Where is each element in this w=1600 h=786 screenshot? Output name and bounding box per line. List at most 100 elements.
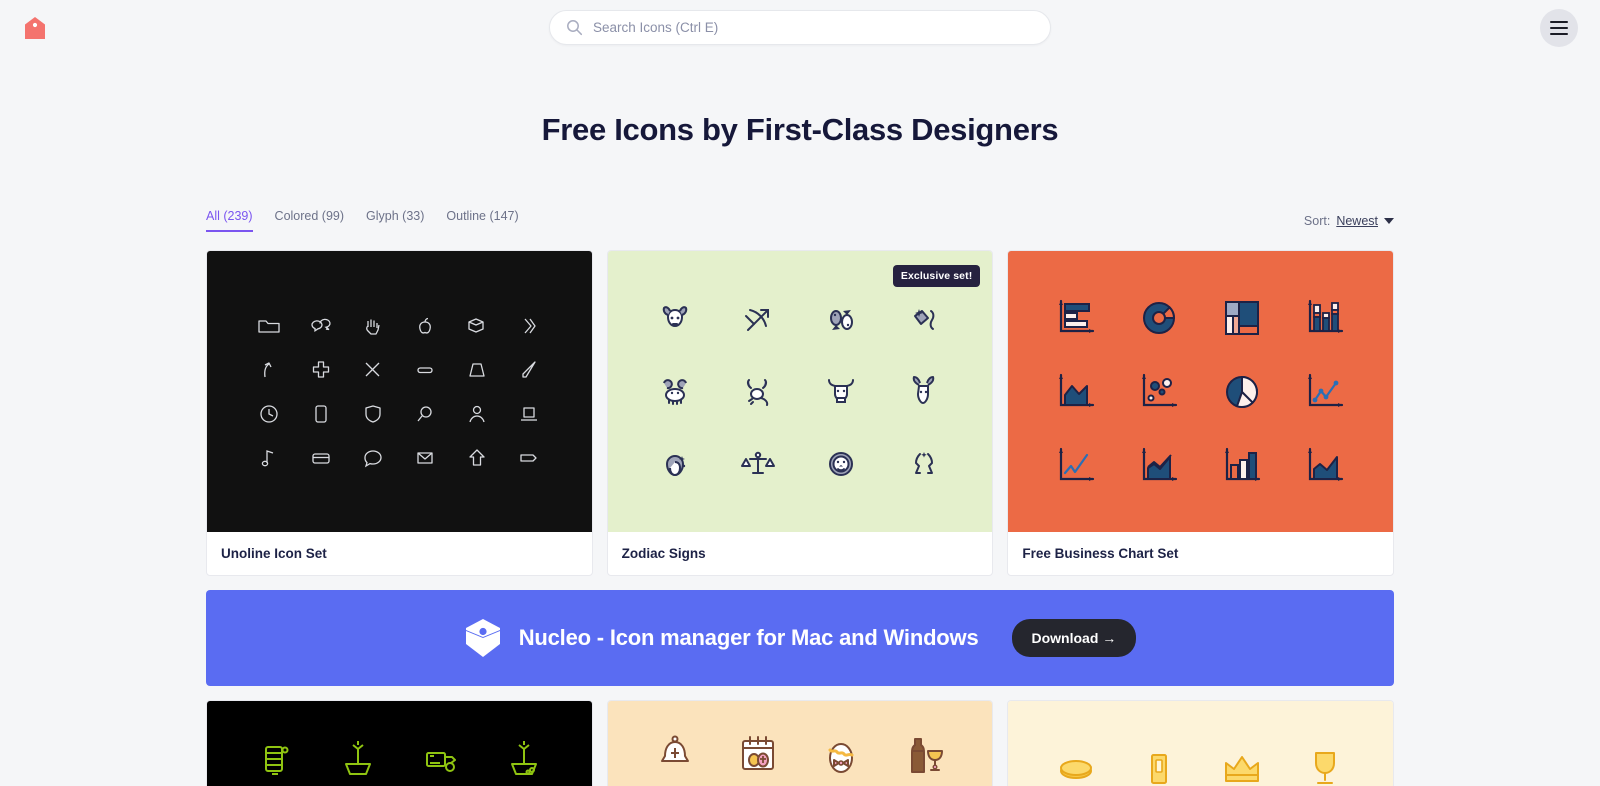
card-preview xyxy=(207,251,592,532)
icon-set-grid: Unoline Icon Set Exclusive set! Zodiac S… xyxy=(206,250,1394,576)
stacked-column-chart-icon xyxy=(1308,299,1344,333)
nucleo-promo-banner[interactable]: Nucleo - Icon manager for Mac and Window… xyxy=(206,590,1394,686)
gold-coin-icon xyxy=(1060,760,1093,779)
icon-set-card-easter[interactable] xyxy=(606,700,994,786)
mountain-area-chart-icon xyxy=(1308,447,1344,481)
seed-packet-hand-icon xyxy=(425,752,456,772)
home-arrow-icon xyxy=(469,448,485,466)
plant-pot-soil-icon xyxy=(510,741,537,775)
tab-colored[interactable]: Colored (99) xyxy=(275,209,344,232)
search-input[interactable] xyxy=(593,20,1034,35)
chevrons-right-icon xyxy=(524,318,536,333)
search-bar[interactable] xyxy=(549,10,1051,45)
preview-icon-grid xyxy=(1035,295,1367,489)
content-area: All (239) Colored (99) Glyph (33) Outlin… xyxy=(206,148,1394,786)
tag-icon[interactable] xyxy=(22,15,48,41)
leo-lion-icon xyxy=(829,451,854,476)
top-bar xyxy=(0,0,1600,56)
cancer-crab-icon xyxy=(663,378,688,405)
icon-set-card-zodiac[interactable]: Exclusive set! Zodiac Signs xyxy=(606,250,994,576)
link-icon xyxy=(417,366,433,373)
filter-bar: All (239) Colored (99) Glyph (33) Outlin… xyxy=(206,204,1394,232)
chevron-down-icon[interactable] xyxy=(1384,218,1394,224)
donut-chart-icon xyxy=(1143,301,1176,334)
line-chart-markers-icon xyxy=(1308,373,1344,407)
hamburger-line xyxy=(1550,33,1568,35)
envelope-icon xyxy=(417,451,433,464)
preview-icon-grid xyxy=(1035,741,1367,786)
icon-set-card-business-chart[interactable]: Free Business Chart Set xyxy=(1007,250,1394,576)
gold-bar-icon xyxy=(1151,754,1168,784)
icon-set-card-gold[interactable] xyxy=(1007,700,1394,786)
box-3d-icon xyxy=(468,317,484,333)
card-preview: Exclusive set! xyxy=(607,251,993,532)
chat-bubbles-icon xyxy=(311,318,331,332)
icon-set-card-garden[interactable] xyxy=(206,700,593,786)
libra-scales-icon xyxy=(741,451,776,474)
folder-icon xyxy=(258,319,280,333)
sort-control[interactable]: Sort: Newest xyxy=(1304,214,1394,232)
music-note-icon xyxy=(262,449,274,466)
scatter-plot-icon xyxy=(1142,373,1178,407)
preview-icon-grid xyxy=(243,313,555,471)
pie-chart-icon xyxy=(1226,375,1259,408)
hamburger-line xyxy=(1550,21,1568,23)
area-line-chart-icon xyxy=(1142,447,1178,481)
card-preview xyxy=(1008,251,1393,532)
pisces-fish-icon xyxy=(830,309,854,330)
sort-value[interactable]: Newest xyxy=(1336,214,1378,228)
page-title: Free Icons by First-Class Designers xyxy=(541,112,1059,147)
tab-all[interactable]: All (239) xyxy=(206,209,253,232)
taurus-bull-icon xyxy=(828,378,855,403)
banner-text: Nucleo - Icon manager for Mac and Window… xyxy=(518,625,979,650)
preview-icon-grid xyxy=(634,731,966,779)
search-icon xyxy=(567,20,583,36)
icon-set-grid-bottom xyxy=(206,700,1394,786)
easter-calendar-icon xyxy=(742,736,775,770)
credit-card-icon xyxy=(312,452,330,464)
filter-tabs: All (239) Colored (99) Glyph (33) Outlin… xyxy=(206,209,519,232)
aquarius-jug-icon xyxy=(914,308,935,330)
virgo-maiden-icon xyxy=(666,454,686,476)
gold-crown-icon xyxy=(1225,756,1260,782)
hand-wave-icon xyxy=(366,319,380,335)
scorpio-scorpion-icon xyxy=(747,378,769,406)
search-box[interactable] xyxy=(549,10,1051,45)
search-icon xyxy=(417,405,432,421)
card-title: Zodiac Signs xyxy=(621,546,706,561)
apple-icon xyxy=(419,317,432,334)
speech-bubble-icon xyxy=(364,449,382,467)
user-icon xyxy=(469,405,485,422)
plus-icon xyxy=(313,360,330,378)
arrow-up-curve-icon xyxy=(264,361,272,377)
column-chart-icon xyxy=(1225,447,1261,481)
trophy-icon xyxy=(1315,752,1336,784)
card-preview xyxy=(607,701,993,786)
exclusive-badge: Exclusive set! xyxy=(892,265,981,287)
sagittarius-bow-icon xyxy=(745,308,770,331)
gemini-twins-icon xyxy=(915,451,934,474)
wine-bottle-chalice-icon xyxy=(911,738,944,773)
hamburger-menu-button[interactable] xyxy=(1540,9,1578,47)
bag-icon xyxy=(469,362,485,377)
card-title: Unoline Icon Set xyxy=(221,546,327,561)
nucleo-cube-icon xyxy=(465,619,500,657)
clock-icon xyxy=(260,404,278,423)
tab-glyph[interactable]: Glyph (33) xyxy=(366,209,424,232)
easter-egg-bow-icon xyxy=(828,743,854,773)
hamburger-line xyxy=(1550,27,1568,29)
card-title: Free Business Chart Set xyxy=(1022,546,1179,561)
mobile-phone-icon xyxy=(315,404,327,423)
capricorn-goat-icon xyxy=(913,375,935,404)
preview-icon-grid xyxy=(233,737,565,781)
tab-outline[interactable]: Outline (147) xyxy=(446,209,518,232)
laptop-icon xyxy=(521,406,538,421)
area-chart-icon xyxy=(1059,373,1095,407)
download-button[interactable]: Download → xyxy=(1011,619,1137,657)
treemap-chart-icon xyxy=(1225,300,1260,335)
beehive-icon xyxy=(264,746,289,775)
card-preview xyxy=(207,701,592,786)
icon-set-card-unoline[interactable]: Unoline Icon Set xyxy=(206,250,593,576)
card-preview xyxy=(1008,701,1393,786)
tag-icon xyxy=(520,453,537,462)
